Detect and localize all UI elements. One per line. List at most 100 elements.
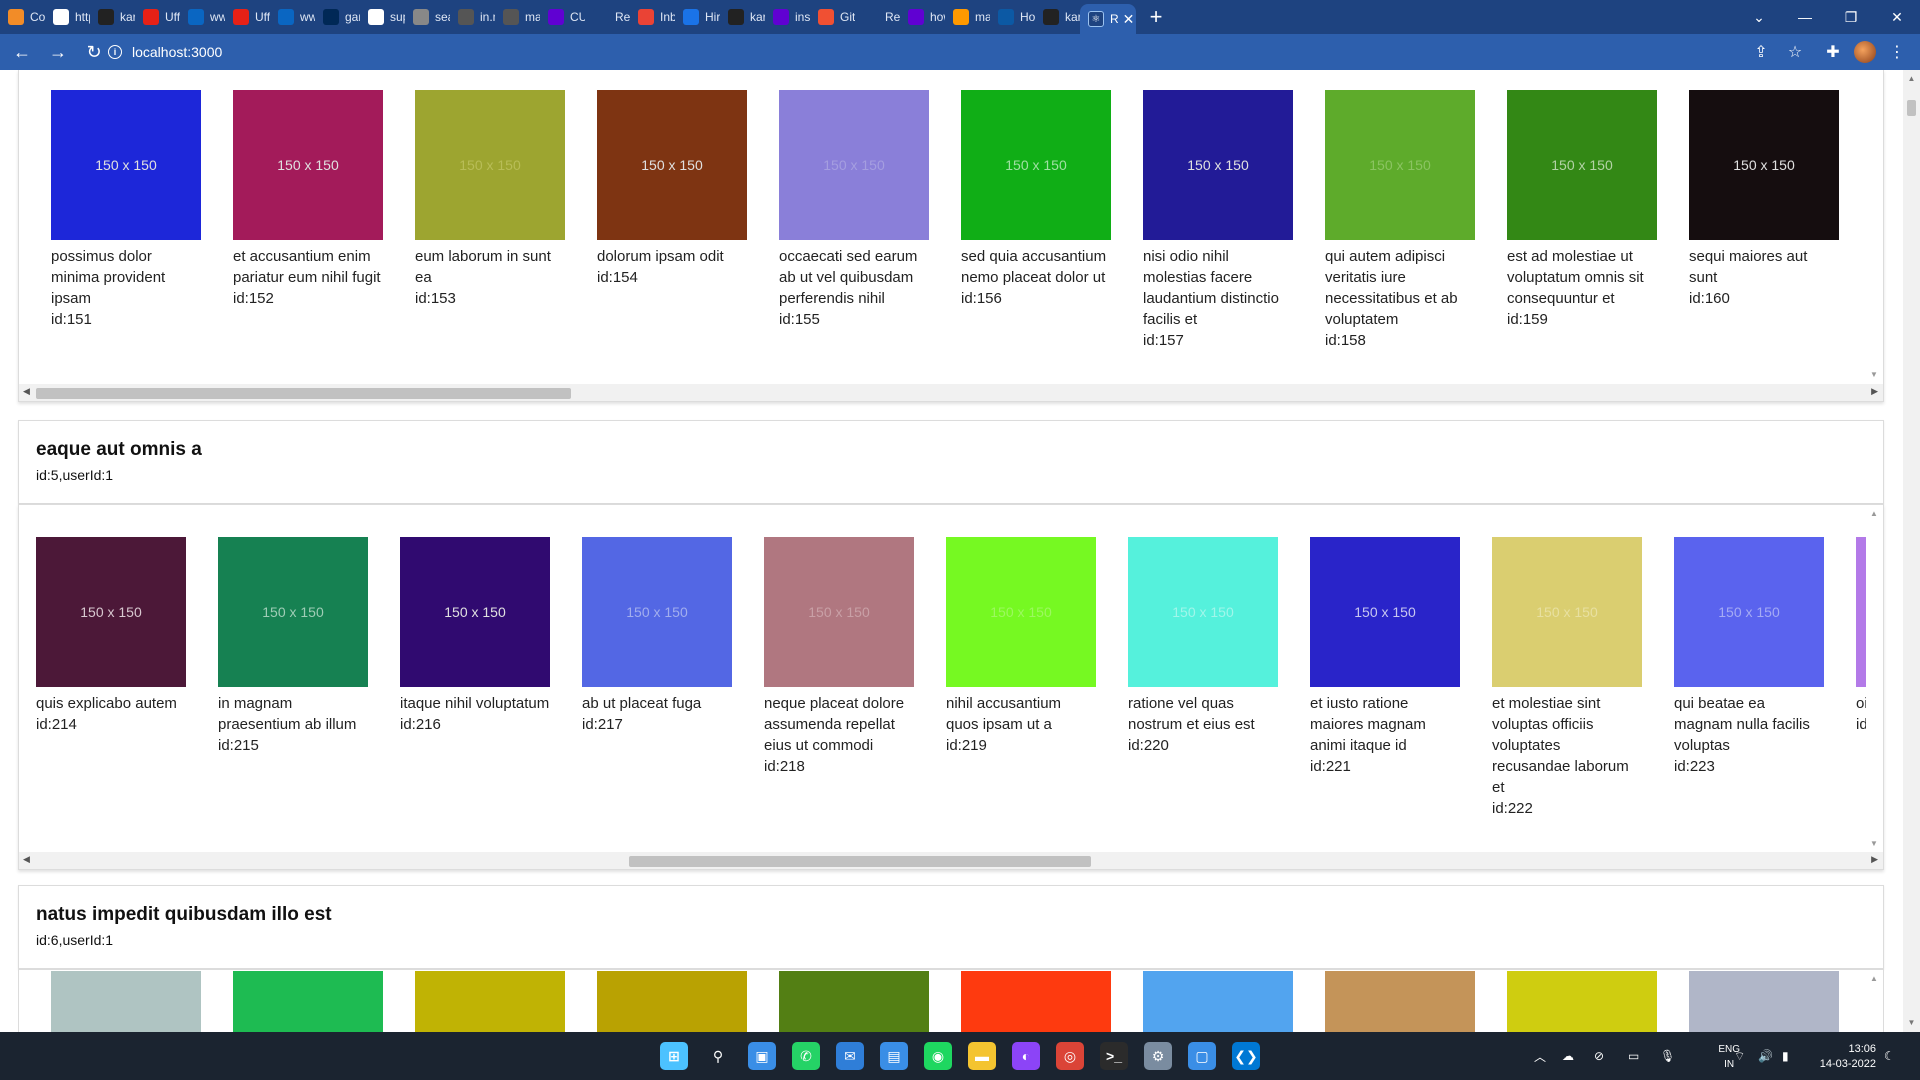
photo-card[interactable]: 150 x 150 dolorum ipsam odit id:154 bbox=[597, 90, 747, 288]
photo-card[interactable] bbox=[1325, 971, 1475, 1032]
profile-avatar[interactable] bbox=[1850, 34, 1880, 70]
site-info-icon[interactable]: i bbox=[108, 45, 122, 59]
volume-icon[interactable]: 🔊 bbox=[1758, 1032, 1773, 1080]
tab-9[interactable]: searc bbox=[405, 0, 450, 34]
tab-search-button[interactable]: ⌄ bbox=[1736, 0, 1782, 34]
search-icon[interactable]: ⚲ bbox=[704, 1042, 732, 1070]
tab-4[interactable]: www bbox=[180, 0, 225, 34]
windows-start-icon[interactable]: ⊞ bbox=[660, 1042, 688, 1070]
reload-icon[interactable]: ↻ bbox=[78, 36, 110, 68]
gallery-vertical-scrollbar[interactable]: ▼ bbox=[1866, 70, 1883, 385]
photo-card[interactable]: 150 x 150 et molestiae sint voluptas offi… bbox=[1492, 537, 1642, 819]
onedrive-cloud-icon[interactable]: ☁ bbox=[1562, 1032, 1574, 1080]
restore-button[interactable]: ❐ bbox=[1828, 0, 1874, 34]
photo-gallery-post-4[interactable]: 150 x 150 possimus dolor minima provident… bbox=[18, 70, 1884, 402]
close-window-button[interactable]: ✕ bbox=[1874, 0, 1920, 34]
photo-card[interactable]: 150 x 150 est ad molestiae ut voluptatum … bbox=[1507, 90, 1657, 330]
battery-icon[interactable]: ▮ bbox=[1782, 1032, 1789, 1080]
whatsapp-icon[interactable]: ✆ bbox=[792, 1042, 820, 1070]
photo-card[interactable]: 150 x 150 occaecati sed earum ab ut vel q… bbox=[779, 90, 929, 330]
tab-17[interactable]: insta bbox=[765, 0, 810, 34]
notifications-icon[interactable]: ☾ bbox=[1884, 1032, 1895, 1080]
address-bar[interactable]: i localhost:3000 bbox=[108, 38, 1748, 66]
camera-off-icon[interactable]: ⊘ bbox=[1594, 1032, 1604, 1080]
photo-card[interactable]: 150 x 150 sequi maiores aut sunt id:160 bbox=[1689, 90, 1839, 309]
tab-16[interactable]: karti bbox=[720, 0, 765, 34]
photo-card[interactable] bbox=[961, 971, 1111, 1032]
tab-19[interactable]: Reac bbox=[855, 0, 900, 34]
scrollbar-thumb[interactable] bbox=[629, 856, 1091, 867]
menu-kebab-icon[interactable]: ⋮ bbox=[1882, 34, 1912, 70]
tab-14[interactable]: Inbo bbox=[630, 0, 675, 34]
photo-card[interactable]: 150 x 150 qui autem adipisci veritatis iu… bbox=[1325, 90, 1475, 351]
tab-5[interactable]: Uff T bbox=[225, 0, 270, 34]
photo-card[interactable]: 150 x 150 et iusto ratione maiores magnam… bbox=[1310, 537, 1460, 777]
photo-card[interactable] bbox=[415, 971, 565, 1032]
mail-icon[interactable]: ✉ bbox=[836, 1042, 864, 1070]
gallery-vertical-scrollbar[interactable]: ▲ ▼ bbox=[1866, 505, 1883, 854]
tab-8[interactable]: supp bbox=[360, 0, 405, 34]
settings-icon[interactable]: ⚙ bbox=[1144, 1042, 1172, 1070]
photo-card[interactable]: 150 x 150 neque placeat dolore assumenda … bbox=[764, 537, 914, 777]
podcast-icon[interactable]: ◐ bbox=[1012, 1042, 1040, 1070]
photo-card[interactable]: 150 x 150 quis explicabo autem id:214 bbox=[36, 537, 186, 735]
tab-15[interactable]: Hire bbox=[675, 0, 720, 34]
scroll-down-arrow-icon[interactable]: ▼ bbox=[1870, 370, 1878, 379]
photo-card[interactable]: 150 x 150 nisi odio nihil molestias facer… bbox=[1143, 90, 1293, 351]
tab-3[interactable]: Uff T bbox=[135, 0, 180, 34]
gallery-vertical-scrollbar[interactable]: ▲ bbox=[1866, 970, 1883, 1032]
photo-card[interactable]: 150 x 150 ratione vel quas nostrum et eiu… bbox=[1128, 537, 1278, 756]
show-hidden-icons-icon[interactable]: ︿ bbox=[1534, 1032, 1546, 1080]
scroll-up-arrow-icon[interactable]: ▲ bbox=[1906, 74, 1917, 83]
photo-card[interactable]: 150 x 150 sed quia accusantium nemo place… bbox=[961, 90, 1111, 309]
forward-arrow-icon[interactable]: → bbox=[42, 36, 74, 68]
vscode-icon[interactable]: ❮❯ bbox=[1232, 1042, 1260, 1070]
remote-desktop-icon[interactable]: ▢ bbox=[1188, 1042, 1216, 1070]
tab-20[interactable]: how bbox=[900, 0, 945, 34]
tab-18[interactable]: Git - bbox=[810, 0, 855, 34]
spotify-icon[interactable]: ◉ bbox=[924, 1042, 952, 1070]
photo-card[interactable] bbox=[1143, 971, 1293, 1032]
photo-card[interactable] bbox=[1689, 971, 1839, 1032]
scroll-up-arrow-icon[interactable]: ▲ bbox=[1870, 509, 1878, 518]
photo-card[interactable]: 150 x 150 et accusantium enim pariatur eu… bbox=[233, 90, 383, 309]
display-icon[interactable]: ▭ bbox=[1628, 1032, 1639, 1080]
task-view-icon[interactable]: ▣ bbox=[748, 1042, 776, 1070]
photo-card[interactable] bbox=[779, 971, 929, 1032]
gallery-horizontal-scrollbar[interactable]: ◀ ▶ bbox=[19, 852, 1883, 869]
back-arrow-icon[interactable]: ← bbox=[6, 36, 38, 68]
tab-21[interactable]: mac bbox=[945, 0, 990, 34]
tab-0[interactable]: Cons bbox=[0, 0, 45, 34]
photo-gallery-post-6[interactable]: ▲ bbox=[18, 969, 1884, 1032]
extensions-puzzle-icon[interactable]: ✚ bbox=[1818, 34, 1848, 70]
microphone-icon[interactable]: 🎙 bbox=[1660, 1032, 1675, 1080]
photo-card[interactable]: 150 x 150 nihil accusantium quos ipsam ut… bbox=[946, 537, 1096, 756]
terminal-icon[interactable]: >_ bbox=[1100, 1042, 1128, 1070]
scroll-left-arrow-icon[interactable]: ◀ bbox=[23, 854, 30, 865]
photo-card[interactable]: 150 x 150 eum laborum in sunt ea id:153 bbox=[415, 90, 565, 309]
wifi-icon[interactable]: ⌔ bbox=[1734, 1032, 1745, 1080]
share-icon[interactable]: ⇪ bbox=[1746, 34, 1776, 70]
chrome-icon[interactable]: ◎ bbox=[1056, 1042, 1084, 1070]
bookmark-star-icon[interactable]: ☆ bbox=[1780, 34, 1810, 70]
tab-11[interactable]: mail. bbox=[495, 0, 540, 34]
photo-card[interactable]: 150 x 150 itaque nihil voluptatum id:216 bbox=[400, 537, 550, 735]
scrollbar-thumb[interactable] bbox=[36, 388, 571, 399]
photo-card[interactable] bbox=[51, 971, 201, 1032]
scrollbar-thumb[interactable] bbox=[1907, 100, 1916, 116]
scroll-up-arrow-icon[interactable]: ▲ bbox=[1870, 974, 1878, 983]
photo-card[interactable] bbox=[233, 971, 383, 1032]
scroll-right-arrow-icon[interactable]: ▶ bbox=[1871, 854, 1878, 865]
tab-2[interactable]: karti bbox=[90, 0, 135, 34]
system-clock[interactable]: 13:06 14-03-2022 bbox=[1820, 1042, 1876, 1072]
gallery-horizontal-scrollbar[interactable]: ◀ ▶ bbox=[19, 384, 1883, 401]
tab-6[interactable]: www bbox=[270, 0, 315, 34]
page-vertical-scrollbar[interactable]: ▲ ▼ bbox=[1903, 70, 1920, 1032]
scroll-down-arrow-icon[interactable]: ▼ bbox=[1870, 839, 1878, 848]
tab-12[interactable]: CUR bbox=[540, 0, 585, 34]
scroll-right-arrow-icon[interactable]: ▶ bbox=[1871, 386, 1878, 397]
tab-13[interactable]: Reac bbox=[585, 0, 630, 34]
photo-card[interactable] bbox=[1507, 971, 1657, 1032]
close-tab-icon[interactable]: ✕ bbox=[1123, 11, 1135, 28]
store-icon[interactable]: ▤ bbox=[880, 1042, 908, 1070]
